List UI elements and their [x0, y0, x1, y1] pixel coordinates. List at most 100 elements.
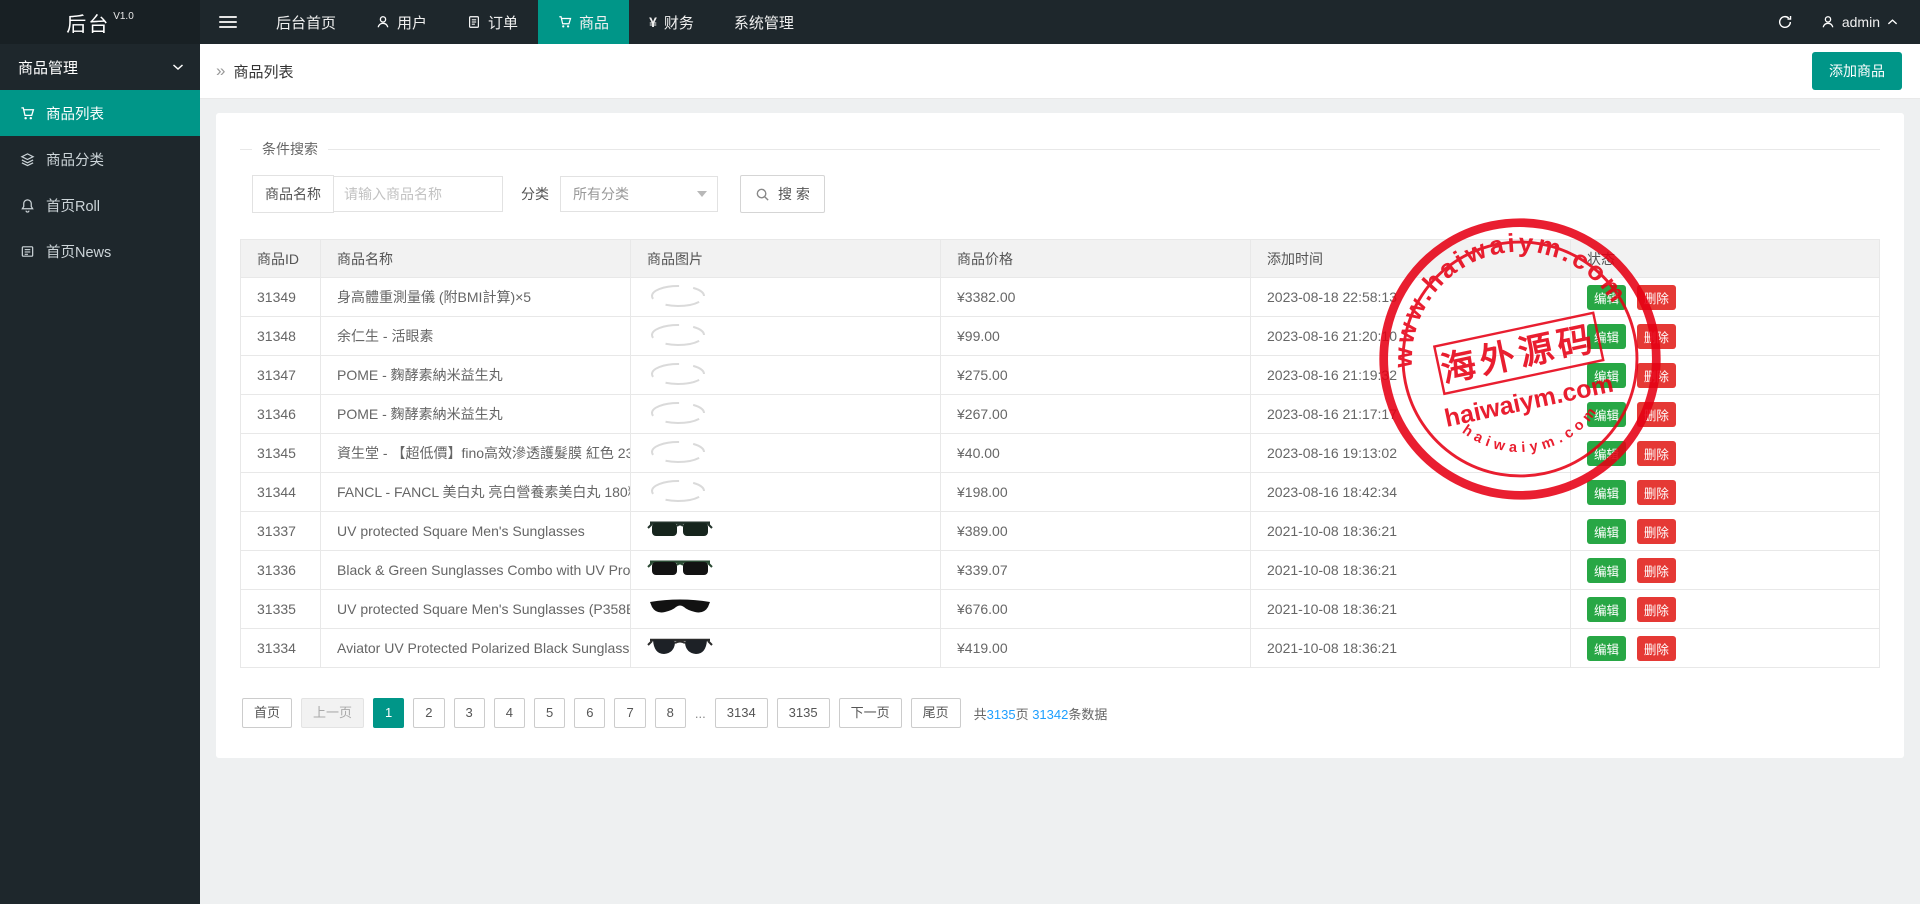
sidebar-item-home-roll[interactable]: 首页Roll	[0, 182, 200, 228]
edit-button[interactable]: 编辑	[1587, 519, 1626, 544]
order-icon	[467, 15, 481, 29]
page-number-button[interactable]: 1	[373, 698, 404, 728]
product-price: ¥389.00	[941, 512, 1251, 551]
search-icon	[755, 187, 770, 202]
product-image-cell	[631, 356, 941, 395]
page-number-button[interactable]: 4	[494, 698, 525, 728]
delete-button[interactable]: 删除	[1637, 636, 1676, 661]
product-image-cell	[631, 473, 941, 512]
page-number-button[interactable]: 3	[454, 698, 485, 728]
page-number-button[interactable]: 6	[574, 698, 605, 728]
page-number-button[interactable]: 7	[614, 698, 645, 728]
delete-button[interactable]: 删除	[1637, 363, 1676, 388]
pagination-summary: 共3135页 31342条数据	[974, 704, 1108, 723]
product-added-time: 2023-08-16 18:42:34	[1251, 473, 1571, 512]
layers-icon	[20, 152, 35, 167]
page-number-button[interactable]: 5	[534, 698, 565, 728]
edit-button[interactable]: 编辑	[1587, 285, 1626, 310]
refresh-icon	[1777, 14, 1793, 30]
sidebar: 商品管理 商品列表 商品分类 首页Roll 首页News	[0, 44, 200, 904]
sidebar-group-products[interactable]: 商品管理	[0, 44, 200, 90]
product-image	[647, 634, 713, 663]
delete-button[interactable]: 删除	[1637, 519, 1676, 544]
app-version: V1.0	[113, 11, 134, 22]
delete-button[interactable]: 删除	[1637, 441, 1676, 466]
chevron-down-icon	[172, 63, 184, 71]
edit-button[interactable]: 编辑	[1587, 324, 1626, 349]
product-added-time: 2023-08-16 21:20:10	[1251, 317, 1571, 356]
content-area: 条件搜索 商品名称 分类 所有分类 搜 索	[200, 99, 1920, 904]
page-ellipsis: ...	[695, 706, 706, 721]
nav-item-users[interactable]: 用户	[356, 0, 447, 44]
delete-button[interactable]: 删除	[1637, 480, 1676, 505]
product-added-time: 2021-10-08 18:36:21	[1251, 551, 1571, 590]
edit-button[interactable]: 编辑	[1587, 402, 1626, 427]
edit-button[interactable]: 编辑	[1587, 636, 1626, 661]
page-number-button[interactable]: 3134	[715, 698, 768, 728]
edit-button[interactable]: 编辑	[1587, 558, 1626, 583]
page-number-button[interactable]: 8	[655, 698, 686, 728]
column-header-image: 商品图片	[631, 240, 941, 278]
category-select[interactable]: 所有分类	[560, 176, 718, 212]
products-table: 商品ID 商品名称 商品图片 商品价格 添加时间 状态 31349 身高體重測量…	[240, 239, 1880, 668]
main-area: » 商品列表 添加商品 条件搜索 商品名称 分类 所有分类	[200, 44, 1920, 904]
edit-button[interactable]: 编辑	[1587, 363, 1626, 388]
user-menu[interactable]: admin	[1811, 14, 1920, 30]
product-id: 31349	[241, 278, 321, 317]
delete-button[interactable]: 删除	[1637, 402, 1676, 427]
column-header-price: 商品价格	[941, 240, 1251, 278]
product-name-input[interactable]	[333, 176, 503, 212]
page-next-button[interactable]: 下一页	[839, 698, 902, 728]
category-label: 分类	[521, 184, 549, 204]
cart-icon	[558, 15, 572, 29]
sidebar-item-product-list[interactable]: 商品列表	[0, 90, 200, 136]
app-logo: 后台V1.0	[0, 0, 200, 44]
delete-button[interactable]: 删除	[1637, 597, 1676, 622]
hamburger-icon	[219, 13, 237, 31]
table-row: 31336 Black & Green Sunglasses Combo wit…	[241, 551, 1880, 590]
delete-button[interactable]: 删除	[1637, 558, 1676, 583]
top-nav: 后台首页 用户 订单 商品 ¥ 财务 系统管理	[256, 0, 814, 44]
product-name: Aviator UV Protected Polarized Black Sun…	[321, 629, 631, 668]
sunglasses-image	[647, 517, 713, 543]
page-first-button[interactable]: 首页	[242, 698, 292, 728]
product-added-time: 2023-08-16 21:19:32	[1251, 356, 1571, 395]
search-button[interactable]: 搜 索	[740, 175, 825, 213]
product-price: ¥275.00	[941, 356, 1251, 395]
product-image	[647, 361, 709, 390]
app-logo-text: 后台	[66, 8, 110, 37]
nav-item-system[interactable]: 系统管理	[714, 0, 814, 44]
delete-button[interactable]: 删除	[1637, 324, 1676, 349]
column-header-status: 状态	[1571, 240, 1880, 278]
nav-item-dashboard[interactable]: 后台首页	[256, 0, 356, 44]
nav-item-products[interactable]: 商品	[538, 0, 629, 44]
sidebar-toggle-button[interactable]	[200, 0, 256, 44]
nav-item-finance[interactable]: ¥ 财务	[629, 0, 714, 44]
product-image-cell	[631, 590, 941, 629]
page-number-button[interactable]: 3135	[777, 698, 830, 728]
table-row: 31335 UV protected Square Men's Sunglass…	[241, 590, 1880, 629]
page-last-button[interactable]: 尾页	[911, 698, 961, 728]
edit-button[interactable]: 编辑	[1587, 597, 1626, 622]
nav-item-orders[interactable]: 订单	[447, 0, 538, 44]
product-id: 31348	[241, 317, 321, 356]
table-row: 31345 資生堂 - 【超低價】fino高效滲透護髮膜 紅色 230g... …	[241, 434, 1880, 473]
sidebar-item-product-category[interactable]: 商品分类	[0, 136, 200, 182]
pagination: 首页 上一页 1 2 3 4 5 6 7 8 ... 3134 3135 下一页…	[242, 698, 1880, 728]
image-placeholder-icon	[647, 361, 709, 387]
page-prev-button[interactable]: 上一页	[301, 698, 364, 728]
breadcrumb: » 商品列表 添加商品	[200, 44, 1920, 99]
edit-button[interactable]: 编辑	[1587, 480, 1626, 505]
user-icon	[1821, 15, 1835, 29]
product-id: 31345	[241, 434, 321, 473]
product-image-cell	[631, 395, 941, 434]
delete-button[interactable]: 删除	[1637, 285, 1676, 310]
product-name: 身高體重測量儀 (附BMI計算)×5	[321, 278, 631, 317]
refresh-button[interactable]	[1759, 0, 1811, 44]
edit-button[interactable]: 编辑	[1587, 441, 1626, 466]
add-product-button[interactable]: 添加商品	[1812, 52, 1902, 90]
sidebar-item-home-news[interactable]: 首页News	[0, 228, 200, 274]
product-name: 資生堂 - 【超低價】fino高效滲透護髮膜 紅色 230g...	[321, 434, 631, 473]
product-added-time: 2023-08-16 21:17:17	[1251, 395, 1571, 434]
page-number-button[interactable]: 2	[413, 698, 444, 728]
